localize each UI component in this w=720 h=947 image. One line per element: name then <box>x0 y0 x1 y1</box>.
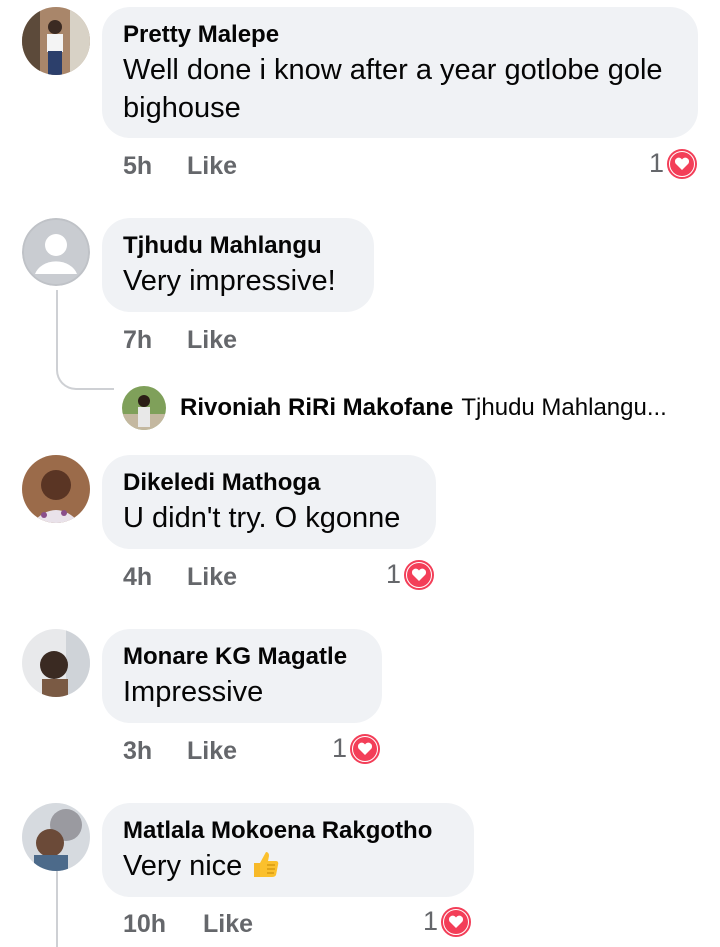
reaction-number: 1 <box>332 733 348 763</box>
thread-line <box>56 871 58 947</box>
commenter-name[interactable]: Matlala Mokoena Rakgotho <box>123 815 453 847</box>
love-heart-icon <box>404 559 435 590</box>
thumbs-up-emoji <box>254 852 279 877</box>
comment-text: Very nice <box>123 847 453 885</box>
avatar[interactable] <box>22 803 90 871</box>
comment-bubble: Dikeledi Mathoga U didn't try. O kgonne <box>102 455 436 549</box>
comment-time[interactable]: 3h <box>123 737 187 766</box>
comment-text: Well done i know after a year gotlobe go… <box>123 54 663 124</box>
commenter-name[interactable]: Pretty Malepe <box>123 19 677 51</box>
like-button[interactable]: Like <box>187 152 237 181</box>
avatar[interactable] <box>22 218 90 286</box>
like-button[interactable]: Like <box>187 563 237 592</box>
comment-text: Impressive <box>123 676 264 708</box>
comment-time[interactable]: 4h <box>123 563 187 592</box>
comment-meta: 10h Like <box>123 910 253 939</box>
love-heart-icon <box>667 148 698 179</box>
reply-avatar <box>122 386 166 430</box>
comment-meta: 3h Like <box>123 737 237 766</box>
comment-bubble: Matlala Mokoena Rakgotho Very nice <box>102 803 474 897</box>
reaction-number: 1 <box>386 559 402 589</box>
comment-time[interactable]: 7h <box>123 326 187 355</box>
avatar[interactable] <box>22 629 90 697</box>
avatar[interactable] <box>22 455 90 523</box>
comment-time[interactable]: 5h <box>123 152 187 181</box>
like-button[interactable]: Like <box>203 910 253 939</box>
commenter-name[interactable]: Dikeledi Mathoga <box>123 467 415 499</box>
comment-text-body: Very nice <box>123 850 243 882</box>
comment-time[interactable]: 10h <box>123 910 203 939</box>
reaction-count[interactable]: 1 <box>423 906 472 937</box>
love-heart-icon <box>441 906 472 937</box>
comment-text: Very impressive! <box>123 265 336 297</box>
avatar[interactable] <box>22 7 90 75</box>
reaction-number: 1 <box>649 148 665 178</box>
reaction-count[interactable]: 1 <box>332 733 381 764</box>
reaction-count[interactable]: 1 <box>386 559 435 590</box>
comment-bubble: Monare KG Magatle Impressive <box>102 629 382 723</box>
reply-preview[interactable]: Rivoniah RiRi Makofane Tjhudu Mahlangu..… <box>122 386 667 430</box>
thread-line <box>56 290 114 390</box>
reaction-count[interactable]: 1 <box>649 148 698 179</box>
like-button[interactable]: Like <box>187 737 237 766</box>
love-heart-icon <box>350 733 381 764</box>
comment-bubble: Pretty Malepe Well done i know after a y… <box>102 7 698 138</box>
comment-meta: 5h Like <box>123 152 237 181</box>
reply-snippet: Tjhudu Mahlangu... <box>461 394 667 421</box>
comment-meta: 4h Like <box>123 563 237 592</box>
reply-author[interactable]: Rivoniah RiRi Makofane <box>180 394 453 422</box>
like-button[interactable]: Like <box>187 326 237 355</box>
comment-bubble: Tjhudu Mahlangu Very impressive! <box>102 218 374 312</box>
commenter-name[interactable]: Tjhudu Mahlangu <box>123 230 353 262</box>
commenter-name[interactable]: Monare KG Magatle <box>123 641 361 673</box>
reaction-number: 1 <box>423 906 439 936</box>
comment-text: U didn't try. O kgonne <box>123 502 401 534</box>
comment-meta: 7h Like <box>123 326 237 355</box>
